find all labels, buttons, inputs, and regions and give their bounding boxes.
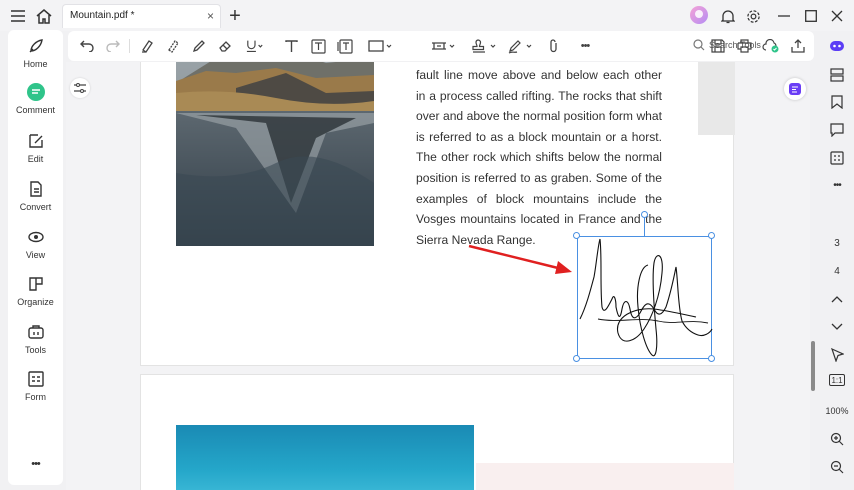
blue-image[interactable] (176, 425, 474, 490)
red-arrow-annotation[interactable] (466, 241, 576, 281)
cloud-sync-icon[interactable] (762, 37, 780, 55)
edit-icon (28, 134, 43, 148)
filter-settings-icon[interactable] (70, 78, 90, 98)
new-tab-button[interactable]: + (223, 4, 247, 28)
gray-block (698, 62, 735, 135)
zoom-out-icon[interactable] (828, 458, 846, 476)
eraser-icon[interactable] (216, 37, 234, 55)
handwritten-signature (579, 238, 713, 357)
resize-handle-top-right[interactable] (708, 232, 715, 239)
text-box-icon[interactable] (309, 37, 327, 55)
more-icon[interactable]: ••• (8, 458, 63, 470)
print-icon[interactable] (735, 37, 753, 55)
zoom-in-icon[interactable] (828, 430, 846, 448)
mountain-lake-image[interactable] (176, 62, 374, 246)
left-sidebar: Home Comment Edit Convert View Organize … (8, 30, 63, 485)
sidebar-item-home[interactable]: Home (8, 37, 63, 69)
body-paragraph[interactable]: fault line move above and below each oth… (416, 65, 662, 250)
sidebar-item-label: Tools (24, 345, 46, 355)
signature-icon[interactable] (508, 37, 534, 55)
title-bar: Mountain.pdf * × + (0, 0, 854, 31)
sidebar-item-tools[interactable]: Tools (8, 323, 63, 355)
sidebar-item-label: Convert (19, 202, 52, 212)
form-panel-icon[interactable] (828, 149, 846, 167)
sidebar-item-label: Edit (27, 154, 44, 164)
zoom-level[interactable]: 100% (824, 402, 850, 420)
ai-assistant-icon[interactable] (828, 37, 846, 55)
pdf-page[interactable]: fault line move above and below each oth… (140, 62, 735, 366)
avatar[interactable] (690, 6, 708, 24)
resize-handle-bottom-right[interactable] (708, 355, 715, 362)
rotate-handle[interactable] (641, 211, 648, 218)
bell-icon[interactable] (716, 4, 740, 28)
pdf-page-next[interactable] (140, 374, 734, 490)
callout-icon[interactable] (336, 37, 354, 55)
convert-icon (29, 181, 42, 197)
comment-icon (26, 83, 45, 101)
toolbar: ••• Search Tools (68, 31, 814, 61)
sidebar-item-edit[interactable]: Edit (8, 132, 63, 164)
toolbar-more-icon[interactable]: ••• (576, 37, 594, 55)
resize-handle-bottom-left[interactable] (573, 355, 580, 362)
sidebar-item-label: Organize (17, 297, 54, 307)
highlight-icon[interactable] (138, 37, 156, 55)
sidebar-item-form[interactable]: Form (8, 370, 63, 402)
pencil-icon[interactable] (190, 37, 208, 55)
form-icon (27, 371, 44, 387)
organize-icon (28, 277, 43, 291)
bookmark-icon[interactable] (828, 93, 846, 111)
measure-icon[interactable] (431, 37, 457, 55)
home-icon[interactable] (32, 4, 56, 28)
menu-icon[interactable] (6, 4, 30, 28)
area-highlight-icon[interactable] (164, 37, 182, 55)
gear-icon[interactable] (741, 4, 765, 28)
stamp-icon[interactable] (472, 37, 498, 55)
search-icon (693, 39, 705, 51)
actual-size-button[interactable]: 1:1 (829, 374, 845, 386)
redo-icon[interactable] (104, 37, 122, 55)
comments-panel-icon[interactable] (828, 121, 846, 139)
shape-icon[interactable] (368, 37, 394, 55)
vertical-scrollbar[interactable] (811, 341, 815, 391)
resize-handle-top-left[interactable] (573, 232, 580, 239)
text-icon[interactable] (282, 37, 300, 55)
sidebar-item-label: Form (25, 392, 46, 402)
sidebar-item-label: View (25, 250, 46, 260)
page-number-next[interactable]: 4 (828, 262, 846, 280)
panel-layout-icon[interactable] (828, 66, 846, 84)
underline-icon[interactable] (246, 37, 264, 55)
tab-close-icon[interactable]: × (207, 5, 214, 27)
rocket-icon (29, 39, 43, 53)
right-sidebar: ••• 3 4 1:1 100% (820, 31, 854, 490)
tab-title: Mountain.pdf * (70, 10, 135, 21)
view-icon (27, 231, 44, 243)
next-page-icon[interactable] (828, 318, 846, 336)
close-window-icon[interactable] (825, 4, 849, 28)
maximize-icon[interactable] (799, 4, 823, 28)
sidebar-item-convert[interactable]: Convert (8, 180, 63, 212)
previous-page-icon[interactable] (828, 290, 846, 308)
sidebar-item-comment[interactable]: Comment (8, 83, 63, 115)
sidebar-item-organize[interactable]: Organize (8, 275, 63, 307)
tools-icon (27, 325, 44, 339)
right-more-icon[interactable]: ••• (828, 176, 846, 194)
rotate-connector (644, 218, 645, 236)
sidebar-item-label: Comment (15, 105, 55, 115)
select-cursor-icon[interactable] (828, 346, 846, 364)
sidebar-item-label: Home (23, 59, 48, 69)
share-icon[interactable] (789, 37, 807, 55)
undo-icon[interactable] (78, 37, 96, 55)
pink-block (476, 463, 734, 490)
signature-annotation[interactable] (577, 236, 713, 359)
attachment-icon[interactable] (545, 37, 563, 55)
page-number-current[interactable]: 3 (828, 234, 846, 252)
sidebar-item-view[interactable]: View (8, 228, 63, 260)
document-tab[interactable]: Mountain.pdf * × (62, 4, 221, 28)
floating-app-icon[interactable] (784, 78, 806, 100)
document-viewport[interactable]: fault line move above and below each oth… (66, 62, 810, 490)
minimize-icon[interactable] (772, 4, 796, 28)
save-icon[interactable] (709, 37, 727, 55)
